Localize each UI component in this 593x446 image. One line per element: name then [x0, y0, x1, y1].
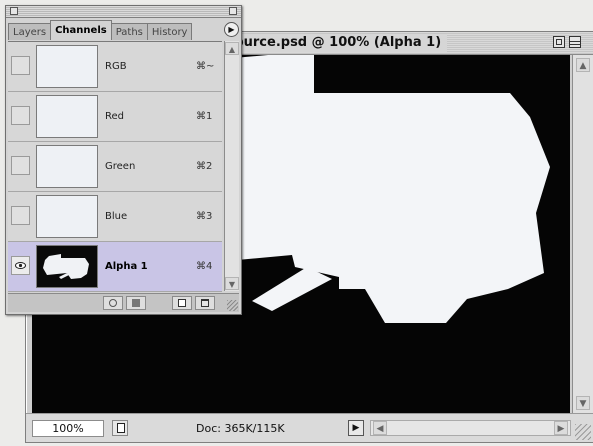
visibility-toggle[interactable] [11, 206, 30, 225]
channel-thumbnail [36, 95, 98, 138]
horizontal-scrollbar[interactable]: ◀ ▶ [370, 420, 571, 436]
channel-shortcut: ⌘~ [196, 61, 215, 72]
palette-resize-grip[interactable] [227, 300, 238, 311]
channel-row-blue[interactable]: Blue ⌘3 [8, 192, 222, 242]
doc-size-info: Doc: 365K/115K [196, 422, 285, 435]
palette-collapse-box[interactable] [229, 7, 237, 15]
palette-close-box[interactable] [10, 7, 18, 15]
zoom-box-icon[interactable] [553, 36, 565, 48]
visibility-toggle[interactable] [11, 106, 30, 125]
scroll-down-arrow[interactable]: ▼ [225, 277, 239, 290]
channel-list: RGB ⌘~ Red ⌘1 Green ⌘2 Blue ⌘3 Alpha 1 ⌘… [8, 41, 222, 292]
channel-shortcut: ⌘4 [196, 261, 213, 272]
channel-thumbnail [36, 245, 98, 288]
vertical-scrollbar[interactable]: ▲ ▼ [572, 55, 593, 413]
channel-shortcut: ⌘2 [196, 161, 213, 172]
collapse-box-icon[interactable] [569, 36, 581, 48]
palette-menu-icon[interactable]: ▶ [224, 22, 239, 37]
scroll-down-arrow[interactable]: ▼ [576, 396, 590, 410]
palette-scrollbar[interactable]: ▲ ▼ [224, 41, 239, 291]
tab-channels[interactable]: Channels [50, 20, 112, 40]
scroll-left-arrow[interactable]: ◀ [373, 421, 387, 435]
channel-thumbnail [36, 145, 98, 188]
save-selection-icon[interactable] [126, 296, 146, 310]
tab-paths[interactable]: Paths [110, 23, 148, 40]
scroll-up-arrow[interactable]: ▲ [225, 42, 239, 55]
channel-name: Red [105, 111, 124, 122]
channel-name: Blue [105, 211, 128, 222]
channel-name: Alpha 1 [105, 261, 148, 272]
resize-grip[interactable] [575, 424, 591, 440]
channel-row-alpha-1[interactable]: Alpha 1 ⌘4 [8, 242, 222, 292]
status-menu-arrow[interactable]: ▶ [348, 420, 364, 436]
alpha-thumbnail-image [37, 246, 97, 287]
palette-titlebar[interactable] [6, 6, 241, 18]
scroll-right-arrow[interactable]: ▶ [554, 421, 568, 435]
zoom-level-field[interactable]: 100% [32, 420, 104, 437]
status-bar: 100% Doc: 365K/115K ▶ ◀ ▶ [26, 413, 593, 442]
new-channel-icon[interactable] [172, 296, 192, 310]
channel-shortcut: ⌘3 [196, 211, 213, 222]
visibility-toggle[interactable] [11, 156, 30, 175]
channel-name: RGB [105, 61, 127, 72]
channels-palette: Layers Channels Paths History ▶ RGB ⌘~ R… [5, 5, 242, 315]
channel-name: Green [105, 161, 136, 172]
channel-row-red[interactable]: Red ⌘1 [8, 92, 222, 142]
palette-tabs: Layers Channels Paths History [8, 20, 212, 40]
tab-history[interactable]: History [146, 23, 193, 40]
channel-shortcut: ⌘1 [196, 111, 213, 122]
visibility-toggle[interactable] [11, 56, 30, 75]
document-title: e Source.psd @ 100% (Alpha 1) [206, 34, 448, 52]
load-selection-icon[interactable] [103, 296, 123, 310]
palette-footer [8, 293, 239, 312]
visibility-toggle[interactable] [11, 256, 30, 275]
tab-layers[interactable]: Layers [8, 23, 52, 40]
eye-icon [15, 262, 26, 269]
scroll-up-arrow[interactable]: ▲ [576, 58, 590, 72]
document-icon[interactable] [112, 420, 128, 436]
trash-icon[interactable] [195, 296, 215, 310]
channel-row-rgb[interactable]: RGB ⌘~ [8, 42, 222, 92]
channel-thumbnail [36, 45, 98, 88]
channel-row-green[interactable]: Green ⌘2 [8, 142, 222, 192]
channel-thumbnail [36, 195, 98, 238]
